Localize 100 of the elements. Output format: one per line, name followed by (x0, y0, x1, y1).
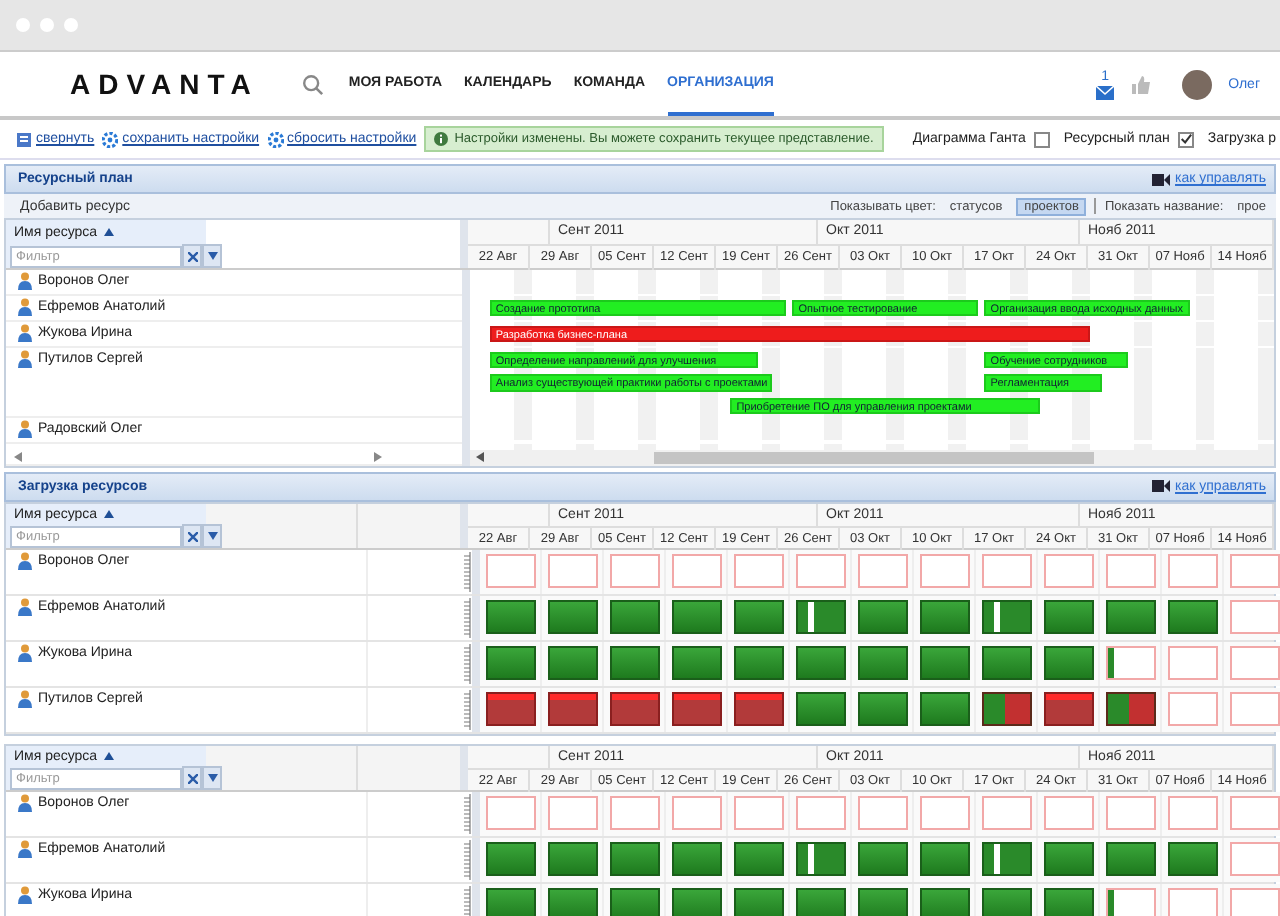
load-bar (857, 646, 907, 680)
close-icon (187, 251, 197, 261)
load-bar (609, 600, 659, 634)
person-icon (18, 840, 32, 858)
clear-button[interactable] (182, 244, 202, 268)
person-icon (18, 324, 32, 342)
load-bar (857, 796, 907, 830)
load-bar (919, 600, 969, 634)
scale-ruler-icon (460, 839, 472, 879)
person-icon (18, 552, 32, 570)
load-bar (919, 554, 969, 588)
person-icon (18, 794, 32, 812)
load-bar (981, 796, 1031, 830)
window-dot-icon[interactable] (40, 18, 54, 32)
load-bar (795, 600, 845, 634)
load-bar (795, 692, 845, 726)
checkbox[interactable] (1033, 131, 1050, 147)
load-bar (1043, 842, 1093, 876)
load-bar (981, 842, 1031, 876)
load-bar (609, 796, 659, 830)
load-bar (1043, 600, 1093, 634)
load-bar (485, 600, 535, 634)
load-bar (795, 646, 845, 680)
load-bar (609, 842, 659, 876)
load-bar (1167, 842, 1217, 876)
load-bar (857, 888, 907, 916)
clear-button[interactable] (182, 524, 202, 548)
load-bar (733, 646, 783, 680)
window-dot-icon[interactable] (16, 18, 30, 32)
load-bar (919, 646, 969, 680)
load-bar (671, 796, 721, 830)
person-icon (18, 419, 32, 437)
scale-ruler-icon (460, 689, 472, 729)
window-dot-icon[interactable] (64, 18, 78, 32)
load-bar (485, 888, 535, 916)
load-bar (733, 600, 783, 634)
load-bar (1167, 646, 1217, 680)
load-bar (733, 842, 783, 876)
sort-up-icon (103, 510, 114, 518)
scroll-left-icon[interactable] (476, 452, 484, 462)
scroll-right-icon[interactable] (374, 451, 382, 461)
caret-down-icon (207, 252, 217, 260)
checkbox[interactable] (1177, 131, 1194, 147)
load-bar (1105, 600, 1155, 634)
caret-down-icon (207, 774, 217, 782)
collapse-icon[interactable] (16, 131, 32, 147)
load-bar (733, 888, 783, 916)
search-icon[interactable] (302, 73, 325, 95)
video-icon[interactable] (1151, 173, 1170, 185)
avatar[interactable] (1182, 69, 1213, 99)
mail-icon[interactable] (1096, 85, 1115, 99)
person-icon (18, 690, 32, 708)
load-bar (733, 692, 783, 726)
video-icon[interactable] (1151, 480, 1170, 492)
scrollbar-thumb[interactable] (654, 451, 1094, 463)
scale-ruler-icon (460, 793, 472, 833)
person-icon (18, 350, 32, 368)
scale-ruler-icon (460, 551, 472, 591)
load-bar (547, 888, 597, 916)
gear-icon[interactable] (102, 131, 119, 147)
load-bar (485, 646, 535, 680)
scale-ruler-icon (460, 885, 472, 916)
load-bar (981, 888, 1031, 916)
info-icon (434, 132, 449, 146)
load-bar (547, 600, 597, 634)
scale-ruler-icon (460, 597, 472, 637)
load-bar (609, 692, 659, 726)
load-bar (795, 888, 845, 916)
load-bar (795, 796, 845, 830)
load-bar (671, 600, 721, 634)
dropdown-button[interactable] (202, 244, 222, 268)
load-bar (733, 796, 783, 830)
load-bar (981, 554, 1031, 588)
dropdown-button[interactable] (202, 766, 222, 790)
load-bar (857, 554, 907, 588)
load-bar (485, 692, 535, 726)
load-bar (1167, 600, 1217, 634)
load-bar (609, 646, 659, 680)
thumbs-up-icon[interactable] (1132, 75, 1151, 93)
load-bar (547, 842, 597, 876)
load-bar (1043, 646, 1093, 680)
logo[interactable]: ADVANTA (70, 68, 259, 100)
gear-icon[interactable] (267, 131, 284, 147)
load-bar (857, 692, 907, 726)
person-icon (18, 298, 32, 316)
load-bar (857, 842, 907, 876)
load-bar (981, 600, 1031, 634)
sort-up-icon (103, 752, 114, 760)
dropdown-button[interactable] (202, 524, 222, 548)
clear-button[interactable] (182, 766, 202, 790)
load-bar (671, 646, 721, 680)
load-bar (1105, 888, 1155, 916)
scale-ruler-icon (460, 643, 472, 683)
person-icon (18, 272, 32, 290)
load-bar (795, 842, 845, 876)
load-bar (547, 692, 597, 726)
load-bar (1167, 796, 1217, 830)
load-bar (857, 600, 907, 634)
scroll-left-icon[interactable] (14, 451, 22, 461)
load-bar (1043, 554, 1093, 588)
